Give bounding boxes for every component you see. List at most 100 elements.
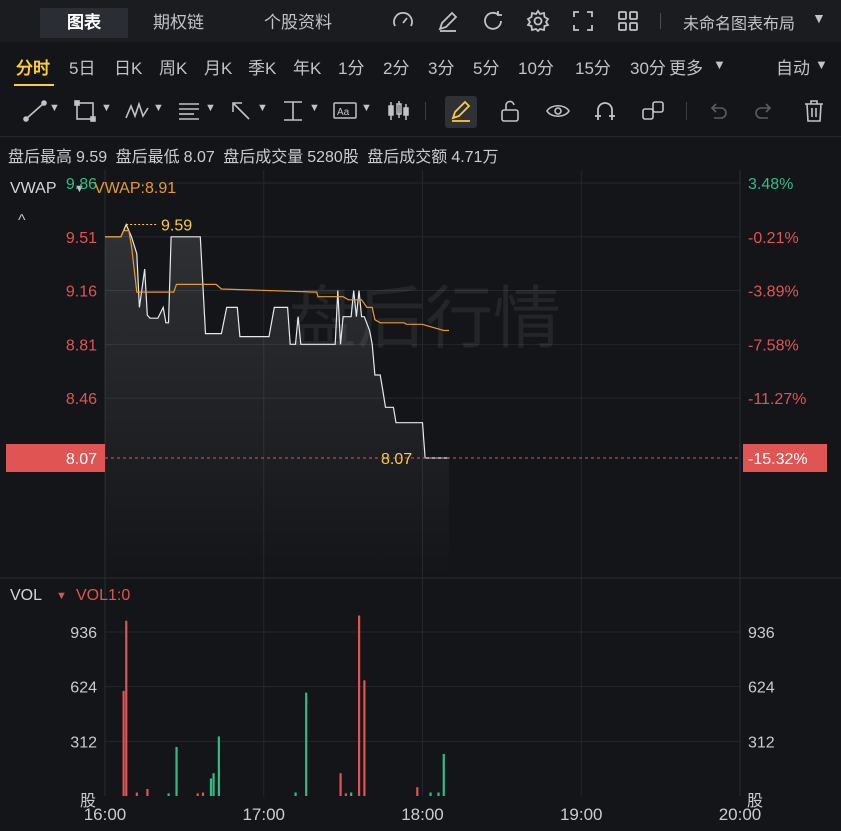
current-price-label: 8.07 <box>66 451 97 468</box>
chevron-down-icon[interactable]: ▼ <box>56 590 67 602</box>
chevron-down-icon[interactable]: ▼ <box>812 10 826 26</box>
link-objects-icon[interactable] <box>640 98 666 124</box>
volume-bar <box>305 692 308 796</box>
gear-icon[interactable] <box>526 9 550 33</box>
unlock-icon[interactable] <box>497 98 523 124</box>
volume-indicator-value: VOL1:0 <box>76 587 130 604</box>
current-pct-label: -15.32% <box>748 451 808 468</box>
tab-chart[interactable]: 图表 <box>40 8 128 38</box>
volume-bar <box>217 736 220 796</box>
fib-levels-icon[interactable] <box>176 98 202 124</box>
time-axis-tick: 18:00 <box>401 805 444 824</box>
svg-text:Aa: Aa <box>337 107 350 118</box>
high-value: 9.59 <box>76 149 108 166</box>
period-30min[interactable]: 30分 <box>630 54 666 79</box>
wave-pattern-icon[interactable] <box>124 98 150 124</box>
volume-axis-tick-right: 936 <box>748 625 775 642</box>
volume-axis-tick: 936 <box>70 625 97 642</box>
price-axis-tick: 8.81 <box>66 337 97 354</box>
volume-bar <box>175 746 178 796</box>
chevron-down-icon[interactable]: ▼ <box>101 102 112 114</box>
volume-bar <box>294 792 297 796</box>
chevron-down-icon[interactable]: ▼ <box>361 102 372 114</box>
period-weekly[interactable]: 周K <box>159 54 187 79</box>
volume-value: 5280股 <box>307 149 359 166</box>
chevron-down-icon[interactable]: ▼ <box>815 57 828 72</box>
drawing-toolbar: ▼ ▼ ▼ ▼ ▼ ▼ Aa ▼ <box>0 86 841 137</box>
chevron-down-icon[interactable]: ▼ <box>205 102 216 114</box>
candles-icon[interactable] <box>384 98 410 124</box>
high-label: 盘后最高 <box>8 149 73 166</box>
low-value: 8.07 <box>183 149 215 166</box>
percent-axis-tick: -11.27% <box>748 391 806 408</box>
eye-icon[interactable] <box>545 98 571 124</box>
price-axis-tick: 8.46 <box>66 391 97 408</box>
percent-axis-tick: -3.89% <box>748 284 799 301</box>
top-tab-bar: 图表 期权链 个股资料 未命名图表布局 ▼ <box>0 0 841 42</box>
volume-bar <box>437 792 440 796</box>
period-5day[interactable]: 5日 <box>69 54 95 79</box>
period-10min[interactable]: 10分 <box>518 54 554 79</box>
tab-stock-profile[interactable]: 个股资料 <box>264 8 332 38</box>
gauge-icon[interactable] <box>391 9 415 33</box>
auto-scale-selector[interactable]: 自动 <box>776 54 810 79</box>
pen-edit-icon[interactable] <box>436 9 460 33</box>
volume-bar <box>442 753 445 796</box>
period-daily[interactable]: 日K <box>114 54 142 79</box>
text-tool-icon[interactable]: Aa <box>332 98 358 124</box>
period-quarterly[interactable]: 季K <box>248 54 276 79</box>
measure-icon[interactable] <box>280 98 306 124</box>
volume-bar <box>125 620 128 796</box>
separator <box>686 102 687 120</box>
volume-axis-tick: 624 <box>70 680 97 697</box>
intraday-chart[interactable]: 盘后行情 VWAP ▼ VWAP:8.91 ^ 9.86 3.48%9.51 -0.… <box>0 170 841 831</box>
price-axis-tick: 9.86 <box>66 176 97 193</box>
trend-line-icon[interactable] <box>22 98 48 124</box>
period-bar: 分时 5日 日K 周K 月K 季K 年K 1分 2分 3分 5分 10分 15分… <box>0 42 841 86</box>
volume-bar <box>429 792 432 796</box>
period-2min[interactable]: 2分 <box>383 54 409 79</box>
magnet-icon[interactable] <box>592 98 618 124</box>
time-axis-tick: 20:00 <box>719 805 762 824</box>
rectangle-icon[interactable] <box>72 98 98 124</box>
chevron-down-icon[interactable]: ▼ <box>257 102 268 114</box>
indicator-name[interactable]: VWAP <box>10 180 57 197</box>
low-marker-label: 8.07 <box>381 451 412 468</box>
redo-icon[interactable] <box>752 98 778 124</box>
fullscreen-icon[interactable] <box>571 9 595 33</box>
volume-bar <box>167 793 170 796</box>
volume-bar <box>196 793 199 796</box>
volume-bar <box>339 773 342 796</box>
chevron-down-icon[interactable]: ▼ <box>309 102 320 114</box>
time-axis-tick: 19:00 <box>560 805 603 824</box>
percent-axis-tick: -7.58% <box>748 337 799 354</box>
period-15min[interactable]: 15分 <box>575 54 611 79</box>
chevron-down-icon[interactable]: ▼ <box>713 57 726 72</box>
period-yearly[interactable]: 年K <box>293 54 321 79</box>
volume-indicator-name[interactable]: VOL <box>10 587 42 604</box>
volume-bar <box>350 792 353 796</box>
period-1min[interactable]: 1分 <box>338 54 364 79</box>
chevron-down-icon[interactable]: ▼ <box>49 102 60 114</box>
tab-option-chain[interactable]: 期权链 <box>153 8 204 38</box>
highlighter-icon[interactable] <box>448 98 474 124</box>
period-monthly[interactable]: 月K <box>204 54 232 79</box>
period-more[interactable]: 更多 <box>669 54 703 79</box>
price-axis-tick: 9.16 <box>66 284 97 301</box>
undo-icon[interactable] <box>704 98 730 124</box>
time-axis-tick: 16:00 <box>84 805 127 824</box>
layout-selector[interactable]: 未命名图表布局 <box>683 10 795 34</box>
chevron-down-icon[interactable]: ▼ <box>153 102 164 114</box>
arrow-icon[interactable] <box>228 98 254 124</box>
amount-label: 盘后成交额 <box>367 149 448 166</box>
period-intraday[interactable]: 分时 <box>16 54 50 79</box>
volume-bar <box>344 793 347 796</box>
period-5min[interactable]: 5分 <box>473 54 499 79</box>
period-3min[interactable]: 3分 <box>428 54 454 79</box>
grid-icon[interactable] <box>616 9 640 33</box>
trash-icon[interactable] <box>801 98 827 124</box>
percent-axis-tick: 3.48% <box>748 176 793 193</box>
amount-value: 4.71万 <box>451 149 499 166</box>
collapse-chevron-icon[interactable]: ^ <box>18 212 26 229</box>
refresh-icon[interactable] <box>481 9 505 33</box>
